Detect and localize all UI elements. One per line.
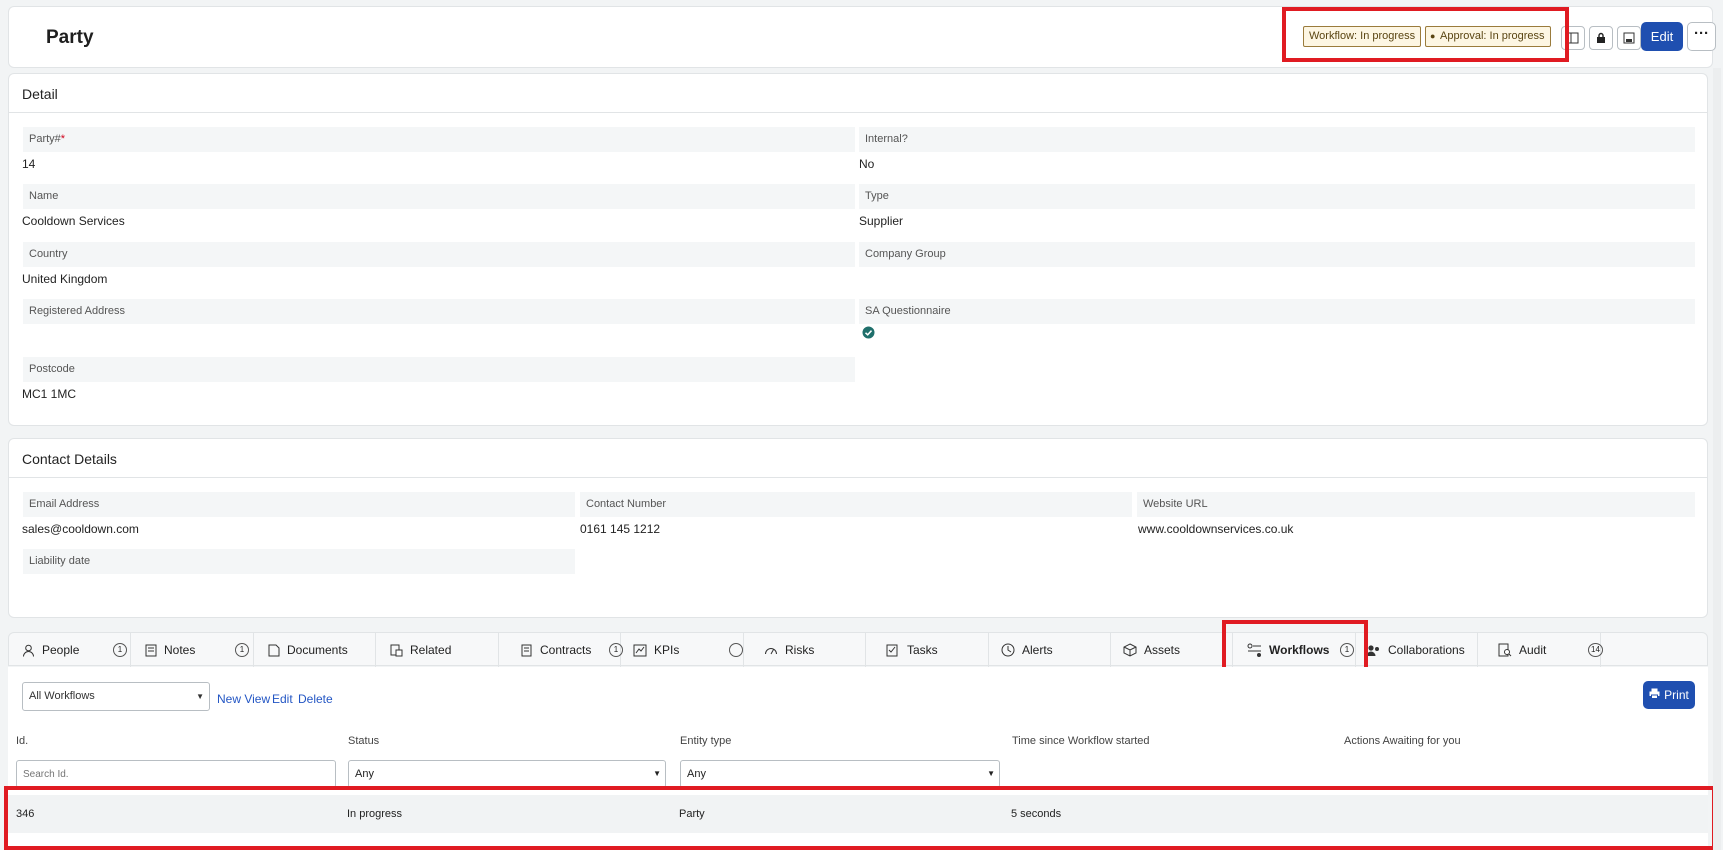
sa-questionnaire-label: SA Questionnaire: [859, 299, 1695, 324]
email-label: Email Address: [23, 492, 575, 517]
cube-icon: [1123, 643, 1137, 657]
contact-details-title: Contact Details: [22, 451, 117, 467]
tab-label: Alerts: [1022, 643, 1053, 657]
tab-risks[interactable]: Risks: [744, 633, 866, 667]
name-value: Cooldown Services: [22, 214, 125, 228]
tab-label: Related: [410, 643, 452, 657]
chart-icon: [633, 644, 647, 657]
id-search-input[interactable]: [16, 760, 336, 788]
lock-icon[interactable]: [1589, 26, 1613, 50]
registered-address-label: Registered Address: [23, 299, 855, 324]
website-value: www.cooldownservices.co.uk: [1138, 522, 1294, 536]
view-select[interactable]: All Workflows ▼: [22, 682, 210, 711]
new-view-link[interactable]: New View: [217, 692, 270, 706]
tab-label: Documents: [287, 643, 348, 657]
tab-label: Notes: [164, 643, 196, 657]
print-button[interactable]: Print: [1643, 681, 1695, 709]
printer-icon: [1649, 688, 1660, 702]
postcode-label: Postcode: [23, 357, 855, 382]
page-title: Party: [46, 27, 94, 48]
divider: [9, 112, 1707, 113]
status-highlight-box: [1282, 7, 1569, 62]
delete-view-link[interactable]: Delete: [298, 692, 333, 706]
contact-details-panel: Contact Details Email Address sales@cool…: [8, 438, 1708, 618]
contact-number-value: 0161 145 1212: [580, 522, 661, 536]
related-icon: [390, 644, 403, 657]
country-value: United Kingdom: [22, 272, 108, 286]
vertical-scrollbar[interactable]: [1713, 68, 1721, 850]
print-label: Print: [1664, 688, 1689, 702]
edit-view-link[interactable]: Edit: [272, 692, 293, 706]
tab-label: KPIs: [654, 643, 680, 657]
caret-down-icon: ▼: [653, 769, 661, 778]
clock-icon: [1001, 643, 1015, 657]
tab-related[interactable]: Related: [376, 633, 499, 667]
document-icon: [268, 644, 280, 657]
notes-icon: [145, 644, 157, 657]
tasks-icon: [886, 644, 900, 657]
entity-filter-select[interactable]: Any ▼: [680, 760, 1000, 788]
audit-icon: [1498, 643, 1512, 657]
tab-label: Risks: [785, 643, 815, 657]
tab-tasks[interactable]: Tasks: [866, 633, 989, 667]
tab-kpis[interactable]: KPIs: [621, 633, 744, 667]
column-header-time-since-started[interactable]: Time since Workflow started: [1012, 735, 1150, 747]
tab-collaborations[interactable]: Collaborations: [1356, 633, 1478, 667]
tab-count: 14: [1588, 643, 1603, 657]
column-header-id[interactable]: Id.: [16, 735, 28, 747]
tab-contracts[interactable]: Contracts 1: [499, 633, 623, 667]
caret-down-icon: ▼: [196, 692, 204, 701]
internal-label: Internal?: [859, 127, 1695, 152]
person-icon: [22, 644, 35, 657]
tab-assets[interactable]: Assets: [1111, 633, 1233, 667]
tab-label: Assets: [1144, 643, 1181, 657]
status-filter-select[interactable]: Any ▼: [348, 760, 666, 788]
tab-count: [729, 643, 743, 657]
tab-people[interactable]: People 1: [9, 633, 131, 667]
contract-icon: [521, 644, 533, 657]
view-select-value: All Workflows: [29, 690, 95, 702]
type-label: Type: [859, 184, 1695, 209]
tab-label: Audit: [1519, 643, 1547, 657]
type-value: Supplier: [859, 214, 904, 228]
edit-button[interactable]: Edit: [1641, 22, 1683, 51]
internal-value: No: [859, 157, 875, 171]
save-icon[interactable]: [1617, 26, 1641, 50]
name-label: Name: [23, 184, 855, 209]
check-icon: [862, 326, 875, 342]
tab-label: Tasks: [907, 643, 938, 657]
caret-down-icon: ▼: [987, 769, 995, 778]
more-options-button[interactable]: ···: [1687, 22, 1716, 51]
party-number-value: 14: [22, 157, 36, 171]
email-value: sales@cooldown.com: [22, 522, 139, 536]
column-header-status[interactable]: Status: [348, 735, 379, 747]
postcode-value: MC1 1MC: [22, 387, 77, 401]
party-number-label: Party#*: [23, 127, 855, 152]
liability-date-label: Liability date: [23, 549, 575, 574]
website-label: Website URL: [1137, 492, 1695, 517]
row-highlight-box: [4, 786, 1716, 850]
status-filter-value: Any: [355, 768, 374, 780]
column-header-entity-type[interactable]: Entity type: [680, 735, 731, 747]
company-group-label: Company Group: [859, 242, 1695, 267]
country-label: Country: [23, 242, 855, 267]
divider: [9, 477, 1707, 478]
tab-label: Contracts: [540, 643, 592, 657]
tab-count: 1: [113, 643, 127, 657]
tab-notes[interactable]: Notes 1: [131, 633, 254, 667]
detail-title: Detail: [22, 86, 58, 102]
tab-documents[interactable]: Documents: [254, 633, 376, 667]
tab-label: People: [42, 643, 80, 657]
detail-panel: Detail Party#* 14 Internal? No Name Cool…: [8, 73, 1708, 426]
related-tabs-bar: People 1 Notes 1 Documents Related Contr…: [8, 632, 1708, 667]
entity-filter-value: Any: [687, 768, 706, 780]
column-header-actions-awaiting[interactable]: Actions Awaiting for you: [1344, 735, 1461, 747]
users-icon: [1366, 644, 1381, 657]
contact-number-label: Contact Number: [580, 492, 1132, 517]
tab-label: Collaborations: [1388, 643, 1465, 657]
gauge-icon: [764, 644, 778, 656]
tab-audit[interactable]: Audit 14: [1478, 633, 1603, 667]
tab-count: 1: [235, 643, 249, 657]
tab-alerts[interactable]: Alerts: [989, 633, 1111, 667]
